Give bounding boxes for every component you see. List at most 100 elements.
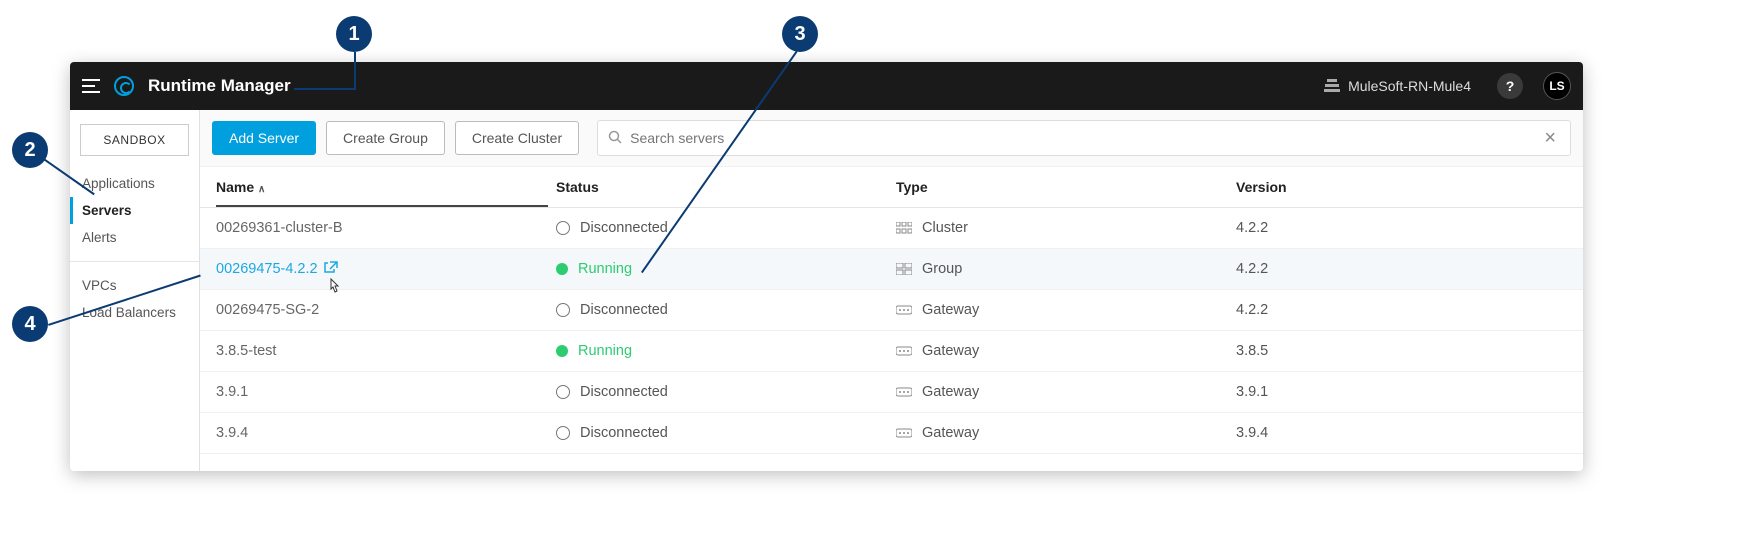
create-group-button[interactable]: Create Group	[326, 121, 445, 155]
table-row[interactable]: 00269475-4.2.2 Running Group 4.2.2	[200, 249, 1583, 290]
table-header: Name ∧ Status Type Version	[200, 167, 1583, 208]
gateway-icon	[896, 386, 912, 398]
status-label: Running	[578, 261, 632, 277]
type-cell: Cluster	[896, 220, 1236, 236]
server-name-cell[interactable]: 3.9.1	[216, 384, 556, 400]
search-icon	[608, 130, 622, 147]
avatar[interactable]: LS	[1543, 72, 1571, 100]
environment-button[interactable]: SANDBOX	[80, 124, 189, 156]
status-disconnected-icon	[556, 303, 570, 317]
version-cell: 4.2.2	[1236, 302, 1567, 318]
table-row[interactable]: 00269475-SG-2 Disconnected Gateway 4.2.2	[200, 290, 1583, 331]
main-panel: Add Server Create Group Create Cluster ×…	[200, 110, 1583, 471]
gateway-icon	[896, 427, 912, 439]
sidebar-item-applications[interactable]: Applications	[70, 170, 199, 197]
search-input[interactable]	[622, 124, 1540, 152]
annotation-1: 1	[336, 16, 372, 52]
server-name-cell[interactable]: 3.9.4	[216, 425, 556, 441]
server-name-cell[interactable]: 3.8.5-test	[216, 343, 556, 359]
type-label: Group	[922, 261, 962, 277]
server-name-label: 00269475-4.2.2	[216, 261, 318, 277]
table-body: 00269361-cluster-B Disconnected Cluster 4.2…	[200, 208, 1583, 471]
status-label: Disconnected	[580, 220, 668, 236]
status-cell: Disconnected	[556, 302, 896, 318]
sidebar: SANDBOX Applications Servers Alerts VPCs…	[70, 110, 200, 471]
annotation-4: 4	[12, 306, 48, 342]
gateway-icon	[896, 345, 912, 357]
status-cell: Running	[556, 261, 896, 277]
annotation-3: 3	[782, 16, 818, 52]
type-cell: Gateway	[896, 384, 1236, 400]
org-name: MuleSoft-RN-Mule4	[1348, 78, 1471, 94]
version-cell: 3.9.1	[1236, 384, 1567, 400]
status-disconnected-icon	[556, 385, 570, 399]
sidebar-item-servers[interactable]: Servers	[70, 197, 199, 224]
sidebar-nav-primary: Applications Servers Alerts	[70, 170, 199, 251]
menu-icon[interactable]	[82, 79, 100, 93]
status-running-icon	[556, 345, 568, 357]
server-name-cell[interactable]: 00269475-SG-2	[216, 302, 556, 318]
logo-icon	[114, 76, 134, 96]
status-label: Disconnected	[580, 384, 668, 400]
status-running-icon	[556, 263, 568, 275]
external-link-icon[interactable]	[324, 261, 338, 277]
type-label: Gateway	[922, 343, 979, 359]
top-bar: Runtime Manager MuleSoft-RN-Mule4 ? LS	[70, 62, 1583, 110]
create-cluster-button[interactable]: Create Cluster	[455, 121, 579, 155]
app-frame: Runtime Manager MuleSoft-RN-Mule4 ? LS S…	[70, 62, 1583, 471]
app-title: Runtime Manager	[148, 76, 291, 96]
column-header-type[interactable]: Type	[896, 179, 1236, 195]
column-header-name-label: Name	[216, 179, 254, 195]
table-row[interactable]: 00269361-cluster-B Disconnected Cluster 4.2…	[200, 208, 1583, 249]
clear-search-icon[interactable]: ×	[1540, 127, 1560, 150]
status-cell: Disconnected	[556, 220, 896, 236]
cluster-icon	[896, 222, 912, 234]
status-disconnected-icon	[556, 221, 570, 235]
version-cell: 3.8.5	[1236, 343, 1567, 359]
table-row[interactable]: 3.8.5-test Running Gateway 3.8.5	[200, 331, 1583, 372]
status-cell: Disconnected	[556, 384, 896, 400]
status-disconnected-icon	[556, 426, 570, 440]
org-switcher[interactable]: MuleSoft-RN-Mule4	[1324, 78, 1471, 94]
type-label: Cluster	[922, 220, 968, 236]
table-row[interactable]: 3.9.4 Disconnected Gateway 3.9.4	[200, 413, 1583, 454]
status-cell: Disconnected	[556, 425, 896, 441]
server-name-cell[interactable]: 00269361-cluster-B	[216, 220, 556, 236]
sort-asc-icon: ∧	[258, 184, 265, 195]
sidebar-item-alerts[interactable]: Alerts	[70, 224, 199, 251]
type-label: Gateway	[922, 425, 979, 441]
sidebar-divider	[70, 261, 199, 262]
annotation-line-1b	[294, 88, 356, 90]
group-icon	[896, 263, 912, 275]
column-header-status[interactable]: Status	[556, 179, 896, 195]
status-label: Running	[578, 343, 632, 359]
status-cell: Running	[556, 343, 896, 359]
status-label: Disconnected	[580, 302, 668, 318]
add-server-button[interactable]: Add Server	[212, 121, 316, 155]
gateway-icon	[896, 304, 912, 316]
help-button[interactable]: ?	[1497, 73, 1523, 99]
server-name-label: 00269475-SG-2	[216, 302, 319, 318]
type-cell: Gateway	[896, 343, 1236, 359]
annotation-2: 2	[12, 132, 48, 168]
annotation-line-1	[354, 52, 356, 88]
status-label: Disconnected	[580, 425, 668, 441]
version-cell: 4.2.2	[1236, 261, 1567, 277]
server-name-label: 3.9.4	[216, 425, 248, 441]
type-label: Gateway	[922, 302, 979, 318]
type-cell: Group	[896, 261, 1236, 277]
table-row[interactable]: 3.9.1 Disconnected Gateway 3.9.1	[200, 372, 1583, 413]
type-cell: Gateway	[896, 425, 1236, 441]
toolbar: Add Server Create Group Create Cluster ×	[200, 110, 1583, 167]
server-name-label: 3.8.5-test	[216, 343, 276, 359]
type-label: Gateway	[922, 384, 979, 400]
server-name-label: 3.9.1	[216, 384, 248, 400]
column-header-version[interactable]: Version	[1236, 179, 1567, 195]
type-cell: Gateway	[896, 302, 1236, 318]
column-header-name[interactable]: Name ∧	[216, 179, 556, 195]
server-name-label: 00269361-cluster-B	[216, 220, 343, 236]
version-cell: 4.2.2	[1236, 220, 1567, 236]
server-name-cell[interactable]: 00269475-4.2.2	[216, 261, 556, 277]
version-cell: 3.9.4	[1236, 425, 1567, 441]
org-icon	[1324, 79, 1340, 93]
